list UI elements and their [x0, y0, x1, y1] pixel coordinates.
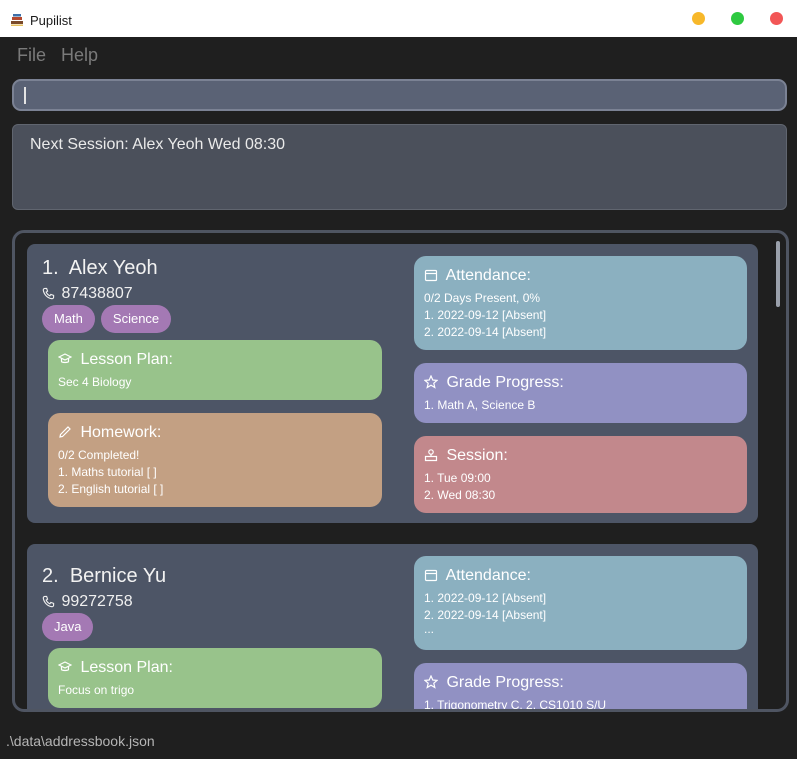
minimize-button[interactable]	[692, 12, 705, 25]
attendance-line: 1. 2022-09-12 [Absent]	[424, 308, 547, 322]
data-file-path: .\data\addressbook.json	[6, 733, 155, 749]
menu-bar: File Help	[0, 37, 797, 73]
attendance-box: Attendance: 1. 2022-09-12 [Absent] 2. 20…	[414, 556, 747, 650]
grade-progress-header: Grade Progress:	[424, 374, 564, 392]
tag-list: Java	[42, 613, 94, 641]
homework-line: 2. English tutorial [ ]	[58, 482, 164, 496]
graduation-cap-icon	[58, 661, 72, 672]
result-text: Next Session: Alex Yeoh Wed 08:30	[30, 136, 285, 153]
attendance-line: 2. 2022-09-14 [Absent]	[424, 325, 547, 339]
grade-progress-box: Grade Progress: 1. Math A, Science B	[414, 363, 747, 423]
menu-help[interactable]: Help	[61, 45, 98, 66]
attendance-header: Attendance:	[424, 267, 531, 285]
session-header: Session:	[424, 447, 508, 465]
lesson-plan-box: Lesson Plan: Focus on trigo	[48, 648, 382, 708]
window-title: Pupilist	[30, 13, 72, 28]
student-card[interactable]: 2. Bernice Yu 99272758 Java Lesson Plan:…	[27, 544, 758, 709]
attendance-line: 0/2 Days Present, 0%	[424, 291, 541, 305]
lesson-plan-header: Lesson Plan:	[58, 659, 173, 677]
tag-math: Math	[42, 305, 95, 333]
student-name-text: Bernice Yu	[69, 565, 167, 587]
phone-icon	[42, 287, 55, 300]
app-window: Pupilist File Help Next Session: Alex Ye…	[0, 0, 797, 759]
student-list: 1. Alex Yeoh 87438807 Math Science Lesso…	[15, 233, 786, 709]
homework-line: 1. Maths tutorial [ ]	[58, 465, 157, 479]
command-input[interactable]	[12, 79, 787, 111]
homework-box: Homework: 0/2 Completed! 1. Maths tutori…	[48, 413, 382, 507]
text-caret	[24, 87, 26, 104]
homework-header: Homework:	[58, 424, 161, 442]
grade-progress-line: 1. Trigonometry C, 2. CS1010 S/U	[424, 698, 607, 709]
graduation-cap-icon	[58, 353, 72, 364]
session-line: 1. Tue 09:00	[424, 471, 491, 485]
result-display: Next Session: Alex Yeoh Wed 08:30	[12, 124, 787, 210]
star-icon	[424, 675, 438, 689]
student-index: 2.	[42, 565, 59, 587]
lesson-plan-line: Sec 4 Biology	[58, 375, 132, 389]
star-icon	[424, 375, 438, 389]
student-name: 2. Bernice Yu	[42, 565, 166, 588]
lesson-plan-line: Focus on trigo	[58, 683, 135, 697]
tag-list: Math Science	[42, 305, 172, 333]
student-card[interactable]: 1. Alex Yeoh 87438807 Math Science Lesso…	[27, 244, 758, 523]
student-phone: 87438807	[42, 285, 133, 303]
menu-file[interactable]: File	[17, 45, 46, 66]
student-name-text: Alex Yeoh	[68, 257, 158, 279]
student-phone: 99272758	[42, 593, 133, 611]
calendar-icon	[424, 269, 438, 282]
session-icon	[424, 449, 438, 462]
attendance-line: 2. 2022-09-14 [Absent]	[424, 608, 547, 622]
calendar-icon	[424, 569, 438, 582]
attendance-header: Attendance:	[424, 567, 531, 585]
student-name: 1. Alex Yeoh	[42, 257, 158, 280]
attendance-line: ...	[424, 622, 435, 636]
attendance-line: 1. 2022-09-12 [Absent]	[424, 591, 547, 605]
grade-progress-line: 1. Math A, Science B	[424, 398, 536, 412]
phone-icon	[42, 595, 55, 608]
phone-number: 87438807	[61, 285, 133, 302]
homework-line: 0/2 Completed!	[58, 448, 140, 462]
tag-java: Java	[42, 613, 94, 641]
session-line: 2. Wed 08:30	[424, 488, 496, 502]
status-bar: .\data\addressbook.json	[0, 727, 797, 759]
close-button[interactable]	[770, 12, 783, 25]
books-icon	[11, 14, 23, 26]
student-list-panel[interactable]: 1. Alex Yeoh 87438807 Math Science Lesso…	[12, 230, 789, 712]
attendance-box: Attendance: 0/2 Days Present, 0% 1. 2022…	[414, 256, 747, 350]
maximize-button[interactable]	[731, 12, 744, 25]
pencil-icon	[59, 426, 71, 438]
phone-number: 99272758	[61, 593, 133, 610]
title-bar: Pupilist	[0, 0, 797, 37]
grade-progress-box: Grade Progress: 1. Trigonometry C, 2. CS…	[414, 663, 747, 709]
grade-progress-header: Grade Progress:	[424, 674, 564, 692]
lesson-plan-box: Lesson Plan: Sec 4 Biology	[48, 340, 382, 400]
student-index: 1.	[42, 257, 59, 279]
lesson-plan-header: Lesson Plan:	[58, 351, 173, 369]
tag-science: Science	[100, 305, 172, 333]
session-box: Session: 1. Tue 09:00 2. Wed 08:30	[414, 436, 747, 513]
scrollbar-thumb[interactable]	[776, 241, 780, 307]
